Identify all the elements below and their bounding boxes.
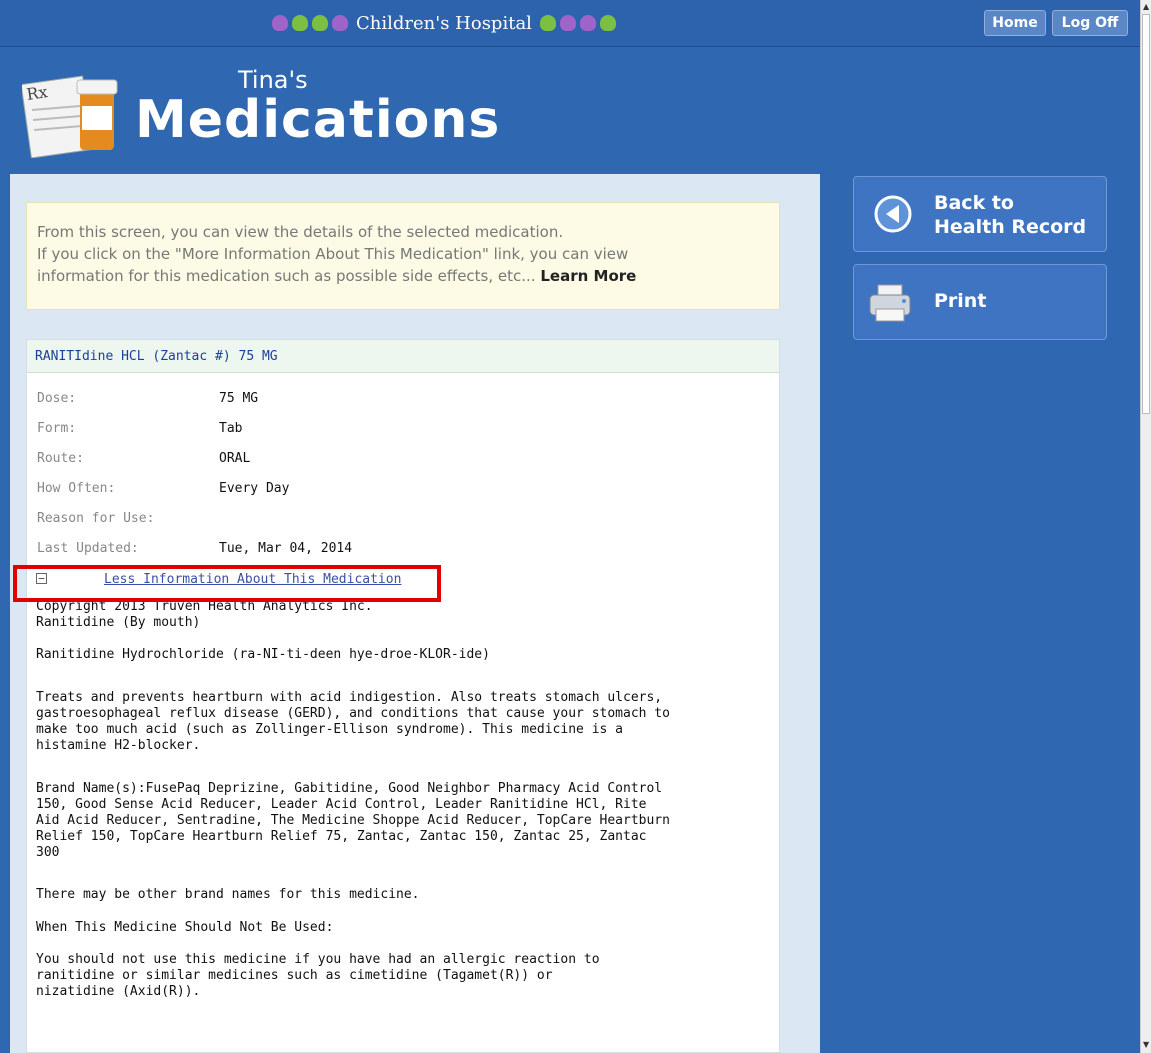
scroll-up-icon[interactable]: ▲: [1143, 2, 1149, 11]
detail-value: Every Day: [219, 481, 290, 496]
prescription-icon: Rx: [22, 75, 118, 158]
back-label-line-2: Health Record: [934, 216, 1087, 238]
scrollbar-thumb[interactable]: [1142, 14, 1150, 414]
log-off-button[interactable]: Log Off: [1052, 10, 1128, 36]
detail-label: Last Updated:: [37, 541, 139, 556]
back-label-line-1: Back to: [934, 192, 1014, 214]
detail-value: Tab: [219, 421, 243, 436]
handprints-left-icon: [272, 15, 348, 31]
learn-more-link[interactable]: Learn More: [540, 267, 636, 285]
detail-label: Dose:: [37, 391, 77, 406]
detail-label: Reason for Use:: [37, 511, 155, 526]
detail-label: Form:: [37, 421, 77, 436]
info-line-1: From this screen, you can view the detai…: [37, 223, 564, 241]
info-line-2: If you click on the "More Information Ab…: [37, 245, 629, 263]
print-label: Print: [934, 290, 987, 312]
monograph-pronunciation: Ranitidine Hydrochloride (ra-NI-ti-deen …: [36, 647, 490, 662]
hospital-banner: Children's Hospital: [272, 8, 616, 38]
medication-title: RANITIdine HCL (Zantac #) 75 MG: [27, 340, 779, 373]
detail-label: How Often:: [37, 481, 116, 496]
back-to-health-record-button[interactable]: Back to Health Record: [853, 176, 1107, 252]
handprints-right-icon: [539, 15, 616, 31]
main-panel: From this screen, you can view the detai…: [10, 174, 820, 1053]
detail-value: 75 MG: [219, 391, 259, 406]
detail-label: Route:: [37, 451, 84, 466]
monograph-brands: Brand Name(s):FusePaq Deprizine, Gabitid…: [36, 781, 670, 860]
monograph-not-used-heading: When This Medicine Should Not Be Used:: [36, 920, 334, 935]
svg-text:Rx: Rx: [25, 82, 49, 104]
info-line-3: information for this medication such as …: [37, 267, 536, 285]
hospital-name: Children's Hospital: [356, 12, 532, 34]
home-button[interactable]: Home: [984, 10, 1046, 36]
monograph-other-brands: There may be other brand names for this …: [36, 887, 420, 902]
info-box: From this screen, you can view the detai…: [26, 202, 780, 310]
monograph-name-route: Ranitidine (By mouth): [36, 615, 201, 630]
printer-icon: [869, 284, 911, 322]
print-button[interactable]: Print: [853, 264, 1107, 340]
detail-value: ORAL: [219, 451, 251, 466]
page-title: Medications: [135, 90, 501, 150]
medication-card: RANITIdine HCL (Zantac #) 75 MG Dose: 75…: [26, 339, 780, 1053]
scroll-down-icon[interactable]: ▼: [1143, 1040, 1149, 1049]
highlight-box: [13, 565, 441, 602]
detail-value: Tue, Mar 04, 2014: [219, 541, 353, 556]
vertical-scrollbar[interactable]: ▲ ▼: [1140, 0, 1151, 1053]
monograph-uses: Treats and prevents heartburn with acid …: [36, 690, 670, 753]
top-banner: Children's Hospital Home Log Off: [0, 0, 1140, 47]
back-arrow-icon: [874, 195, 912, 233]
monograph-not-used-text: You should not use this medicine if you …: [36, 952, 600, 999]
